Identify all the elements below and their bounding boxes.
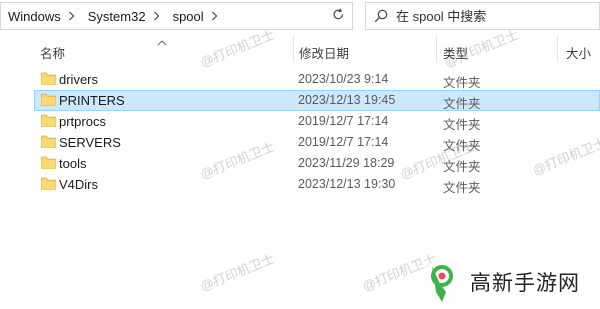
chevron-right-icon[interactable] — [63, 11, 81, 21]
file-row[interactable]: V4Dirs 2023/12/13 19:30 文件夹 — [0, 174, 600, 195]
file-name: tools — [59, 156, 87, 171]
file-name: prtprocs — [59, 114, 106, 129]
brand-logo-icon — [420, 258, 464, 306]
file-row[interactable]: drivers 2023/10/23 9:14 文件夹 — [0, 69, 600, 90]
breadcrumb-label: Windows — [8, 8, 61, 24]
column-size[interactable]: 大小 — [566, 43, 591, 62]
refresh-icon — [332, 8, 345, 24]
watermark: @打印机卫士 — [198, 250, 277, 295]
search-box[interactable] — [365, 2, 600, 30]
folder-icon — [41, 93, 56, 106]
file-row[interactable]: tools 2023/11/29 18:29 文件夹 — [0, 153, 600, 174]
folder-icon — [41, 177, 56, 190]
file-row[interactable]: prtprocs 2019/12/7 17:14 文件夹 — [0, 111, 600, 132]
folder-icon — [41, 156, 56, 169]
file-type: 文件夹 — [443, 76, 481, 90]
search-input[interactable] — [396, 8, 586, 24]
chevron-right-icon[interactable] — [206, 11, 224, 21]
file-modified: 2023/10/23 9:14 — [298, 72, 389, 86]
column-type[interactable]: 类型 — [443, 43, 468, 62]
column-name[interactable]: 名称 — [40, 43, 65, 62]
column-divider[interactable] — [557, 36, 558, 62]
file-modified: 2023/12/13 19:45 — [298, 93, 396, 107]
file-modified: 2023/12/13 19:30 — [298, 177, 396, 191]
navigation-bar: Windows System32 spool — [0, 0, 600, 34]
file-modified: 2023/11/29 18:29 — [298, 156, 395, 170]
column-divider[interactable] — [436, 36, 437, 62]
file-name: SERVERS — [59, 135, 121, 150]
file-type: 文件夹 — [443, 97, 481, 111]
folder-icon — [41, 114, 56, 127]
file-name: drivers — [59, 72, 99, 87]
file-name: V4Dirs — [59, 177, 99, 192]
column-header: 名称 修改日期 类型 大小 — [0, 34, 600, 66]
breadcrumb-system32[interactable]: System32 — [81, 3, 148, 29]
sort-up-icon — [157, 34, 167, 49]
address-bar[interactable]: Windows System32 spool — [0, 2, 352, 30]
column-modified[interactable]: 修改日期 — [299, 43, 349, 62]
brand-badge: 高新手游网 — [420, 258, 580, 306]
file-list: drivers 2023/10/23 9:14 文件夹 PRINTERS 202… — [0, 69, 600, 195]
column-divider[interactable] — [293, 36, 294, 62]
folder-icon — [41, 72, 56, 85]
file-type: 文件夹 — [443, 139, 481, 153]
file-name: PRINTERS — [59, 93, 125, 108]
folder-icon — [41, 135, 56, 148]
file-row[interactable]: SERVERS 2019/12/7 17:14 文件夹 — [0, 132, 600, 153]
file-type: 文件夹 — [443, 118, 481, 132]
breadcrumb-label: spool — [172, 8, 204, 24]
file-modified: 2019/12/7 17:14 — [298, 114, 389, 128]
file-row-selected[interactable]: PRINTERS 2023/12/13 19:45 文件夹 — [0, 90, 600, 111]
refresh-button[interactable] — [325, 2, 353, 30]
file-modified: 2019/12/7 17:14 — [298, 135, 389, 149]
breadcrumb-label: System32 — [87, 8, 146, 24]
file-type: 文件夹 — [443, 160, 481, 174]
search-icon — [366, 9, 396, 23]
brand-name: 高新手游网 — [470, 272, 580, 295]
breadcrumb-spool[interactable]: spool — [166, 3, 206, 29]
file-type: 文件夹 — [443, 181, 481, 195]
chevron-right-icon[interactable] — [148, 11, 166, 21]
breadcrumb-windows[interactable]: Windows — [1, 3, 63, 29]
